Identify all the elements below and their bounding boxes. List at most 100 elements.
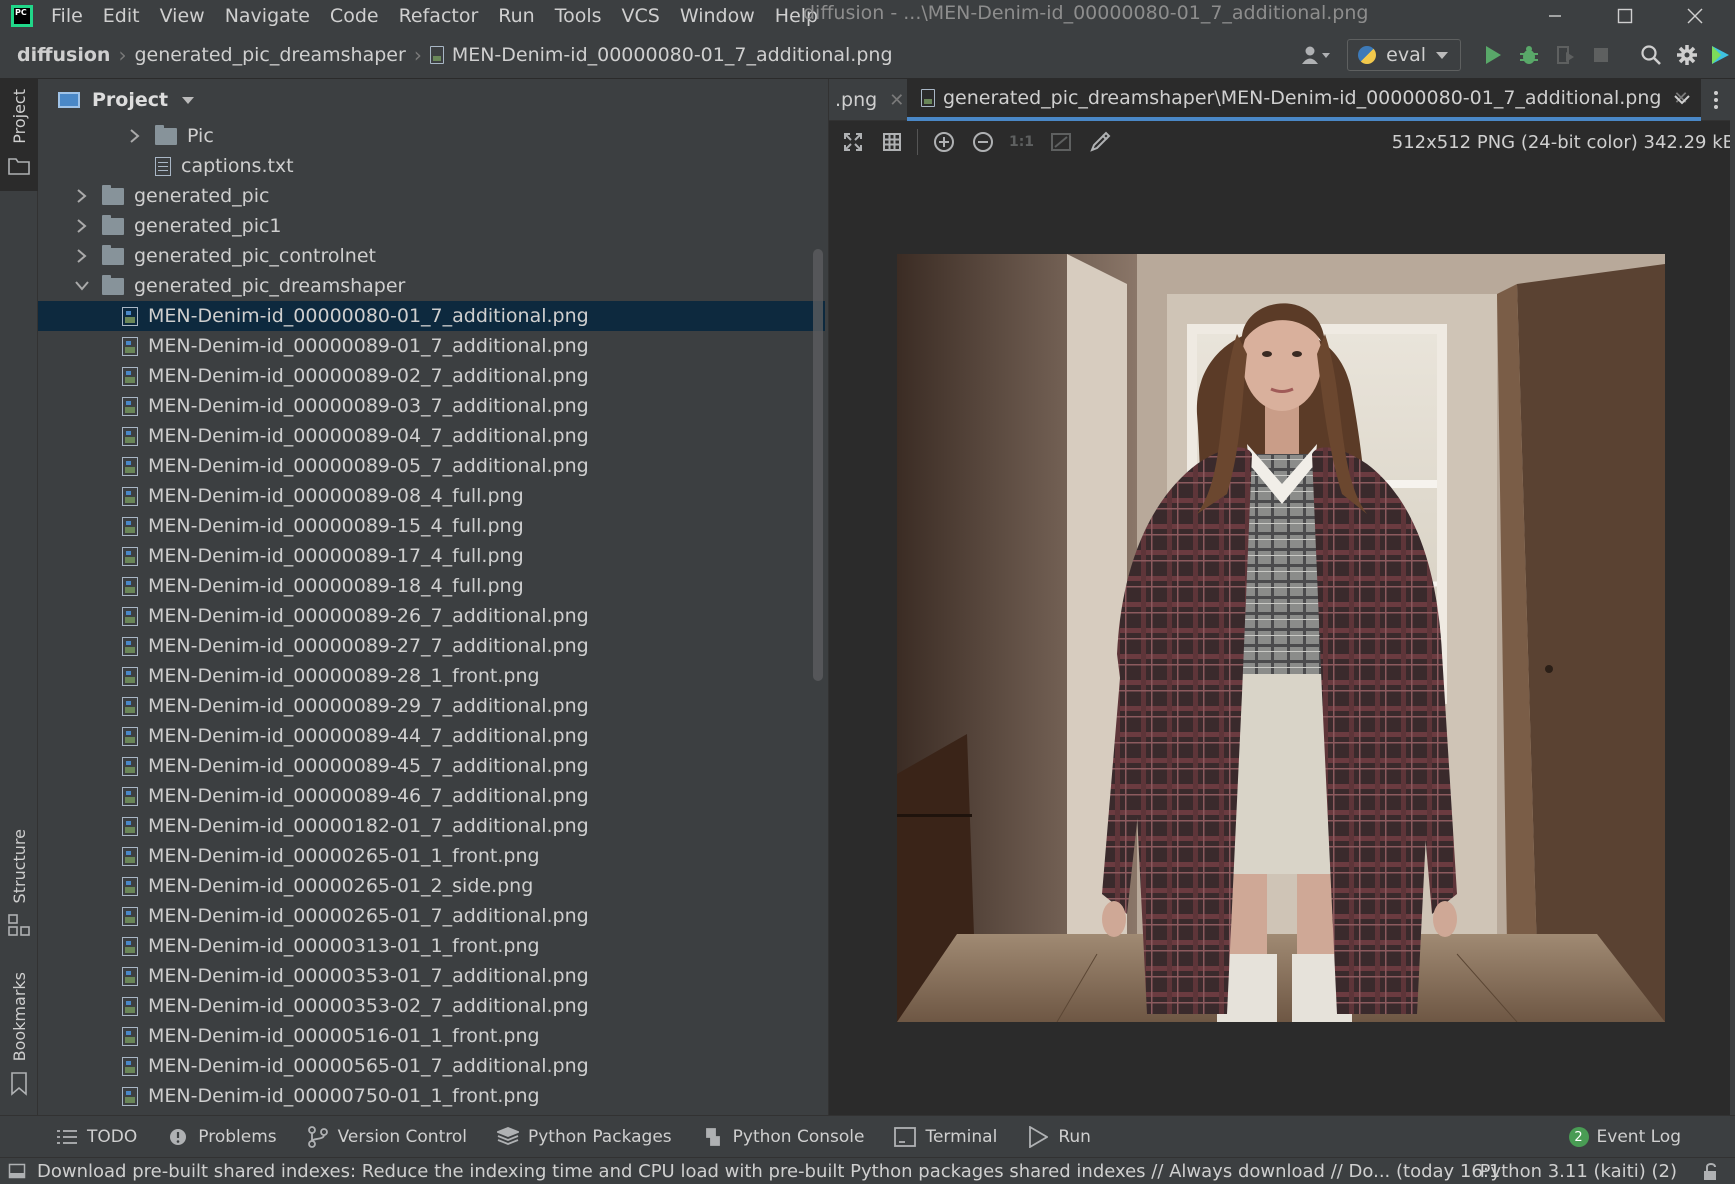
tree-file-row[interactable]: MEN-Denim-id_00000265-01_2_side.png xyxy=(38,871,825,901)
menu-code[interactable]: Code xyxy=(330,5,379,27)
menu-window[interactable]: Window xyxy=(680,5,755,27)
tree-file-row[interactable]: MEN-Denim-id_00000089-03_7_additional.pn… xyxy=(38,391,825,421)
image-preview[interactable] xyxy=(897,254,1665,1022)
tree-file-row[interactable]: MEN-Denim-id_00000750-01_1_front.png xyxy=(38,1081,825,1111)
chevron-right-icon[interactable] xyxy=(72,186,92,206)
tree-file-row[interactable]: MEN-Denim-id_00000353-02_7_additional.pn… xyxy=(38,991,825,1021)
tree-folder-row[interactable]: generated_pic_dreamshaper xyxy=(38,271,825,301)
tree-folder-row[interactable]: generated_pic1 xyxy=(38,211,825,241)
debug-button[interactable] xyxy=(1511,31,1547,79)
tab-options-button[interactable] xyxy=(1701,79,1731,121)
search-everywhere-button[interactable] xyxy=(1633,31,1669,79)
status-message[interactable]: Download pre-built shared indexes: Reduc… xyxy=(37,1161,1500,1182)
tree-file-row[interactable]: MEN-Denim-id_00000089-44_7_additional.pn… xyxy=(38,721,825,751)
tree-file-row[interactable]: MEN-Denim-id_00000089-45_7_additional.pn… xyxy=(38,751,825,781)
tree-file-row[interactable]: MEN-Denim-id_00000265-01_7_additional.pn… xyxy=(38,901,825,931)
close-tab-icon[interactable]: ✕ xyxy=(889,90,904,111)
lock-icon[interactable] xyxy=(1701,1162,1721,1182)
menu-run[interactable]: Run xyxy=(498,5,534,27)
color-picker-button[interactable] xyxy=(1080,121,1119,163)
chevron-right-icon[interactable] xyxy=(125,126,145,146)
tool-version-control[interactable]: Version Control xyxy=(307,1125,467,1148)
project-view-dropdown-icon[interactable] xyxy=(182,96,195,104)
menu-file[interactable]: File xyxy=(51,5,83,27)
chevron-down-icon[interactable] xyxy=(72,276,92,296)
coverage-button[interactable] xyxy=(1547,31,1583,79)
tree-item-label: MEN-Denim-id_00000182-01_7_additional.pn… xyxy=(148,815,589,837)
tree-file-row[interactable]: MEN-Denim-id_00000089-29_7_additional.pn… xyxy=(38,691,825,721)
tool-event-log[interactable]: 2 Event Log xyxy=(1568,1116,1681,1158)
tool-terminal[interactable]: Terminal xyxy=(894,1126,997,1148)
tree-file-row[interactable]: MEN-Denim-id_00000089-15_4_full.png xyxy=(38,511,825,541)
tree-file-row[interactable]: MEN-Denim-id_00000182-01_7_additional.pn… xyxy=(38,811,825,841)
tree-folder-row[interactable]: generated_pic_controlnet xyxy=(38,241,825,271)
run-configuration-select[interactable]: eval xyxy=(1347,39,1461,71)
menu-vcs[interactable]: VCS xyxy=(622,5,660,27)
tree-file-row[interactable]: MEN-Denim-id_00000080-01_7_additional.pn… xyxy=(38,301,825,331)
tree-file-row[interactable]: MEN-Denim-id_00000089-08_4_full.png xyxy=(38,481,825,511)
breadcrumb-folder[interactable]: generated_pic_dreamshaper xyxy=(134,44,405,66)
maximize-button[interactable] xyxy=(1590,0,1660,31)
chevron-right-icon[interactable] xyxy=(72,246,92,266)
editor-tab[interactable]: .png ✕ xyxy=(831,79,912,121)
tool-version-control-label: Version Control xyxy=(337,1126,467,1147)
folder-icon xyxy=(102,274,124,295)
menu-edit[interactable]: Edit xyxy=(103,5,140,27)
tool-tab-bookmarks[interactable]: Bookmarks xyxy=(0,972,38,1097)
tree-file-row[interactable]: MEN-Denim-id_00000265-01_1_front.png xyxy=(38,841,825,871)
tool-tab-structure[interactable]: Structure xyxy=(0,829,38,949)
toggle-tool-windows-icon[interactable] xyxy=(8,1163,26,1179)
tree-file-row[interactable]: MEN-Denim-id_00000353-01_7_additional.pn… xyxy=(38,961,825,991)
stop-button[interactable] xyxy=(1583,31,1619,79)
tree-file-row[interactable]: MEN-Denim-id_00000089-05_7_additional.pn… xyxy=(38,451,825,481)
tool-todo[interactable]: TODO xyxy=(56,1126,137,1148)
tree-file-row[interactable]: MEN-Denim-id_00000089-02_7_additional.pn… xyxy=(38,361,825,391)
tool-python-packages[interactable]: Python Packages xyxy=(496,1126,672,1148)
tree-file-row[interactable]: MEN-Denim-id_00000089-26_7_additional.pn… xyxy=(38,601,825,631)
settings-button[interactable] xyxy=(1669,31,1705,79)
run-button[interactable] xyxy=(1475,31,1511,79)
project-view-icon xyxy=(58,92,80,108)
background-button[interactable] xyxy=(1041,121,1080,163)
tree-folder-row[interactable]: Pic xyxy=(38,121,825,151)
tree-file-row[interactable]: MEN-Denim-id_00000089-04_7_additional.pn… xyxy=(38,421,825,451)
project-view-title[interactable]: Project xyxy=(92,89,168,111)
tree-file-row[interactable]: captions.txt xyxy=(38,151,825,181)
editor-tab-active[interactable]: generated_pic_dreamshaper\MEN-Denim-id_0… xyxy=(907,79,1701,121)
menu-tools[interactable]: Tools xyxy=(555,5,602,27)
actual-size-button[interactable]: 1:1 xyxy=(1002,121,1041,163)
zoom-out-button[interactable] xyxy=(963,121,1002,163)
tree-file-row[interactable]: MEN-Denim-id_00000089-17_4_full.png xyxy=(38,541,825,571)
menu-view[interactable]: View xyxy=(160,5,205,27)
image-file-icon xyxy=(122,1086,138,1106)
tool-run[interactable]: Run xyxy=(1027,1125,1091,1148)
tree-folder-row[interactable]: generated_pic xyxy=(38,181,825,211)
tool-problems[interactable]: Problems xyxy=(167,1126,277,1148)
minimize-button[interactable] xyxy=(1520,0,1590,31)
tree-file-row[interactable]: MEN-Denim-id_00000089-18_4_full.png xyxy=(38,571,825,601)
menu-refactor[interactable]: Refactor xyxy=(399,5,479,27)
close-window-button[interactable] xyxy=(1660,0,1730,31)
project-tree[interactable]: Pic captions.txt generated_pic generated_pi… xyxy=(38,121,828,1115)
tree-file-row[interactable]: MEN-Denim-id_00000516-01_1_front.png xyxy=(38,1021,825,1051)
show-hidden-tabs-button[interactable] xyxy=(1665,79,1699,121)
tree-file-row[interactable]: MEN-Denim-id_00000089-46_7_additional.pn… xyxy=(38,781,825,811)
code-with-me-button[interactable] xyxy=(1705,31,1735,79)
project-tree-scrollbar[interactable] xyxy=(813,249,823,681)
breadcrumb-file[interactable]: MEN-Denim-id_00000080-01_7_additional.pn… xyxy=(452,44,893,66)
tree-file-row[interactable]: MEN-Denim-id_00000089-01_7_additional.pn… xyxy=(38,331,825,361)
tree-file-row[interactable]: MEN-Denim-id_00000565-01_7_additional.pn… xyxy=(38,1051,825,1081)
menu-navigate[interactable]: Navigate xyxy=(225,5,310,27)
tree-file-row[interactable]: MEN-Denim-id_00000089-27_7_additional.pn… xyxy=(38,631,825,661)
tree-file-row[interactable]: MEN-Denim-id_00000089-28_1_front.png xyxy=(38,661,825,691)
breadcrumb-project[interactable]: diffusion xyxy=(17,44,110,66)
python-interpreter-selector[interactable]: Python 3.11 (kaiti) (2) xyxy=(1480,1158,1677,1184)
zoom-in-button[interactable] xyxy=(924,121,963,163)
toggle-grid-button[interactable] xyxy=(872,121,911,163)
fit-zoom-button[interactable] xyxy=(833,121,872,163)
tool-tab-project[interactable]: Project xyxy=(0,79,38,191)
tree-file-row[interactable]: MEN-Denim-id_00000313-01_1_front.png xyxy=(38,931,825,961)
tool-python-console[interactable]: Python Console xyxy=(702,1126,864,1148)
chevron-right-icon[interactable] xyxy=(72,216,92,236)
user-account-button[interactable] xyxy=(1293,31,1339,79)
